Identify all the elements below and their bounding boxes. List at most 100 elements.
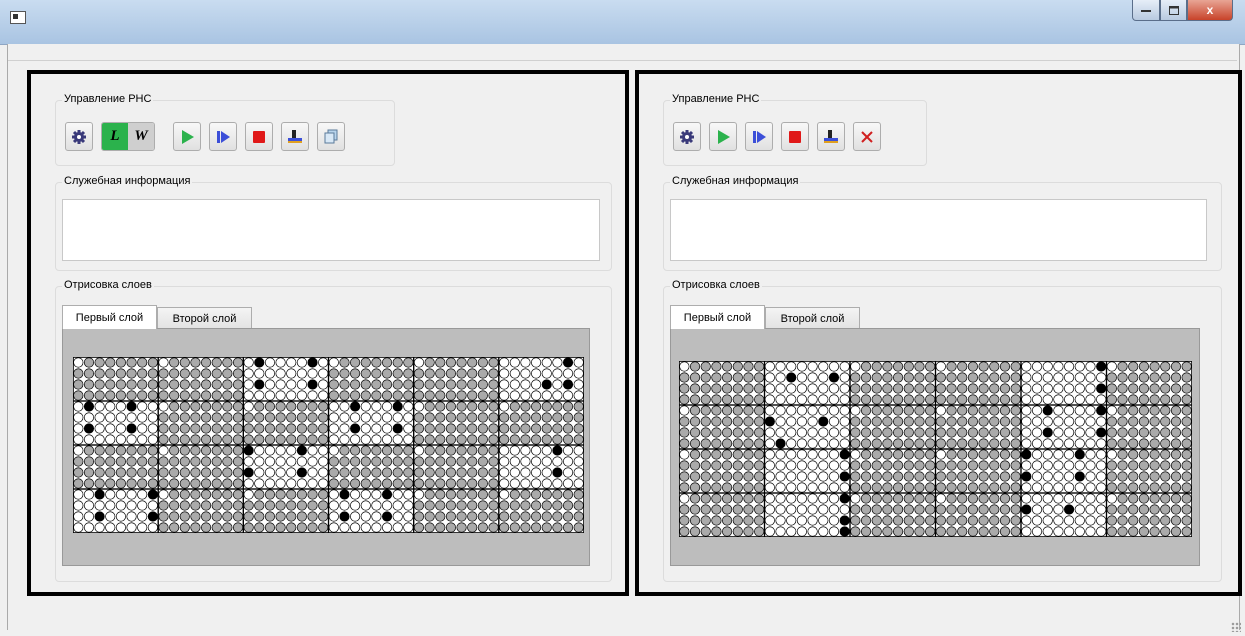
neuron xyxy=(179,467,190,478)
settings-button[interactable] xyxy=(673,122,701,151)
neuron xyxy=(307,434,318,445)
tab-first-layer[interactable]: Первый слой xyxy=(670,305,765,329)
neuron xyxy=(925,471,936,482)
neuron xyxy=(424,489,435,500)
neuron xyxy=(839,449,850,460)
neuron xyxy=(232,467,244,478)
neuron xyxy=(137,401,148,412)
tab-first-layer[interactable]: Первый слой xyxy=(62,305,157,329)
stop-button[interactable] xyxy=(245,122,273,151)
settings-button[interactable] xyxy=(65,122,93,151)
neuron xyxy=(1031,416,1043,427)
neuron xyxy=(83,357,95,368)
neuron xyxy=(786,460,797,471)
neuron xyxy=(957,460,968,471)
neuron xyxy=(477,434,488,445)
neuron xyxy=(73,423,84,434)
export-button[interactable] xyxy=(817,122,845,151)
tab-second-layer[interactable]: Второй слой xyxy=(157,307,252,329)
neuron xyxy=(264,401,276,412)
neuron xyxy=(435,511,446,522)
neuron xyxy=(467,357,478,368)
service-info-box[interactable] xyxy=(62,199,600,261)
neuron xyxy=(946,526,957,537)
layers-group-title: Отрисовка слоев xyxy=(62,279,154,291)
minimize-button[interactable] xyxy=(1132,0,1160,21)
neuron xyxy=(126,401,137,412)
neuron xyxy=(818,427,829,438)
neuron xyxy=(488,412,499,423)
neuron xyxy=(1106,504,1117,515)
neuron xyxy=(105,401,116,412)
step-button[interactable] xyxy=(745,122,773,151)
service-info-box[interactable] xyxy=(670,199,1207,261)
neuron xyxy=(967,515,979,526)
neuron xyxy=(456,522,467,533)
neuron xyxy=(179,478,190,489)
neuron xyxy=(339,511,350,522)
neuron xyxy=(818,449,829,460)
lw-toggle-w[interactable]: W xyxy=(128,123,154,150)
neuron xyxy=(243,368,254,379)
play-button[interactable] xyxy=(709,122,737,151)
neuron xyxy=(392,357,403,368)
neuron xyxy=(721,383,733,394)
neuron xyxy=(967,372,979,383)
remove-button[interactable] xyxy=(853,122,881,151)
neuron xyxy=(264,412,276,423)
maximize-button[interactable] xyxy=(1160,0,1187,21)
neuron xyxy=(424,379,435,390)
neuron xyxy=(286,390,297,401)
neuron xyxy=(860,394,872,405)
neuron xyxy=(860,504,872,515)
neuron xyxy=(424,368,435,379)
export-button[interactable] xyxy=(281,122,309,151)
neuron xyxy=(882,416,893,427)
neuron xyxy=(158,434,169,445)
play-button[interactable] xyxy=(173,122,201,151)
neuron xyxy=(732,427,743,438)
neuron xyxy=(1096,394,1107,405)
neuron xyxy=(318,357,329,368)
close-window-button[interactable]: x xyxy=(1187,0,1233,21)
neuron xyxy=(541,412,552,423)
neuron xyxy=(925,394,936,405)
neuron xyxy=(339,390,350,401)
neuron xyxy=(903,493,914,504)
neuron xyxy=(1096,515,1107,526)
neuron xyxy=(1074,372,1085,383)
neuron xyxy=(307,379,318,390)
lw-toggle[interactable]: L W xyxy=(101,122,155,151)
neuron xyxy=(700,493,711,504)
neuron xyxy=(935,515,946,526)
lw-toggle-l[interactable]: L xyxy=(102,123,128,150)
neuron xyxy=(1117,394,1128,405)
neuron xyxy=(1128,471,1139,482)
tab-second-layer[interactable]: Второй слой xyxy=(765,307,860,329)
resize-grip[interactable] xyxy=(1231,622,1241,632)
copy-button[interactable] xyxy=(317,122,345,151)
neuron xyxy=(860,427,872,438)
stop-button[interactable] xyxy=(781,122,809,151)
neuron xyxy=(137,445,148,456)
neuron xyxy=(892,493,904,504)
neuron xyxy=(413,401,425,412)
neuron xyxy=(1138,449,1150,460)
neuron xyxy=(850,361,861,372)
neuron xyxy=(520,412,531,423)
neuron xyxy=(860,515,872,526)
neuron xyxy=(73,456,84,467)
neuron xyxy=(828,493,840,504)
neuron xyxy=(1010,405,1021,416)
neuron xyxy=(94,478,105,489)
neuron xyxy=(871,493,882,504)
neuron xyxy=(754,427,765,438)
neuron xyxy=(531,445,542,456)
neuron xyxy=(1042,515,1053,526)
neuron xyxy=(115,390,126,401)
neuron xyxy=(925,383,936,394)
neuron xyxy=(211,445,222,456)
neuron xyxy=(1010,449,1021,460)
neuron xyxy=(828,416,840,427)
step-button[interactable] xyxy=(209,122,237,151)
